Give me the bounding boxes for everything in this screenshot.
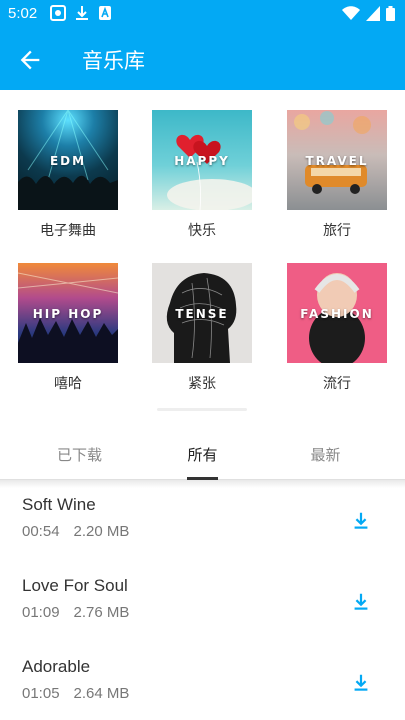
song-row[interactable]: Adorable 01:05 2.64 MB bbox=[0, 650, 405, 720]
category-happy[interactable]: HAPPY 快乐 bbox=[152, 110, 252, 240]
battery-icon bbox=[386, 6, 395, 21]
tab-bar: 已下载 所有 最新 bbox=[0, 430, 405, 480]
category-name: 快乐 bbox=[188, 223, 216, 239]
download-icon bbox=[76, 6, 88, 20]
song-title: Soft Wine bbox=[22, 495, 96, 514]
category-image-label: HIP HOP bbox=[32, 307, 104, 321]
song-meta: 01:09 2.76 MB bbox=[22, 604, 129, 621]
song-meta: 01:05 2.64 MB bbox=[22, 685, 129, 702]
category-name: 电子舞曲 bbox=[40, 223, 96, 239]
song-row[interactable]: Soft Wine 00:54 2.20 MB bbox=[0, 488, 405, 569]
song-duration: 01:05 bbox=[22, 685, 60, 702]
category-name: 嘻哈 bbox=[54, 376, 82, 392]
wifi-icon bbox=[342, 6, 360, 20]
arrow-left-icon[interactable] bbox=[16, 46, 44, 74]
category-image: HAPPY bbox=[152, 110, 252, 210]
song-duration: 00:54 bbox=[22, 523, 60, 540]
page-title: 音乐库 bbox=[82, 49, 145, 73]
tab-all[interactable]: 所有 bbox=[135, 430, 270, 480]
category-image-label: HAPPY bbox=[174, 154, 230, 168]
category-fashion[interactable]: FASHION 流行 bbox=[287, 263, 387, 393]
category-image-label: EDM bbox=[49, 154, 87, 168]
status-time: 5:02 bbox=[8, 5, 38, 22]
song-size: 2.64 MB bbox=[73, 685, 130, 702]
tab-shadow bbox=[0, 480, 405, 488]
category-image-label: FASHION bbox=[300, 307, 374, 321]
song-size: 2.20 MB bbox=[73, 523, 130, 540]
category-name: 紧张 bbox=[188, 376, 216, 392]
tab-label: 已下载 bbox=[56, 446, 102, 464]
song-row[interactable]: Love For Soul 01:09 2.76 MB bbox=[0, 569, 405, 650]
status-bar: 5:02 bbox=[0, 0, 405, 28]
category-image-label: TRAVEL bbox=[305, 154, 369, 168]
tab-latest[interactable]: 最新 bbox=[258, 430, 393, 480]
screenshot-icon bbox=[50, 5, 66, 21]
download-icon[interactable] bbox=[350, 510, 372, 532]
a-icon bbox=[99, 6, 111, 20]
category-tense[interactable]: TENSE 紧张 bbox=[152, 263, 252, 393]
app-bar: 音乐库 bbox=[0, 28, 405, 90]
song-size: 2.76 MB bbox=[73, 604, 130, 621]
category-hiphop[interactable]: HIP HOP 嘻哈 bbox=[18, 263, 118, 393]
song-title: Adorable bbox=[22, 657, 91, 676]
category-name: 流行 bbox=[323, 376, 351, 392]
category-name: 旅行 bbox=[323, 223, 351, 239]
signal-icon bbox=[366, 6, 380, 21]
category-image: FASHION bbox=[287, 263, 387, 363]
category-image-label: TENSE bbox=[175, 307, 229, 321]
category-travel[interactable]: TRAVEL 旅行 bbox=[287, 110, 387, 240]
tab-downloaded[interactable]: 已下载 bbox=[12, 430, 147, 480]
category-image: TRAVEL bbox=[287, 110, 387, 210]
download-icon[interactable] bbox=[350, 672, 372, 694]
category-image: TENSE bbox=[152, 263, 252, 363]
song-meta: 00:54 2.20 MB bbox=[22, 523, 129, 540]
tab-label: 所有 bbox=[187, 446, 218, 464]
tab-label: 最新 bbox=[310, 446, 341, 464]
song-duration: 01:09 bbox=[22, 604, 60, 621]
download-icon[interactable] bbox=[350, 591, 372, 613]
category-image: HIP HOP bbox=[18, 263, 118, 363]
category-edm[interactable]: EDM 电子舞曲 bbox=[18, 110, 118, 240]
song-title: Love For Soul bbox=[22, 576, 128, 595]
category-image: EDM bbox=[18, 110, 118, 210]
drag-handle[interactable] bbox=[157, 408, 247, 411]
